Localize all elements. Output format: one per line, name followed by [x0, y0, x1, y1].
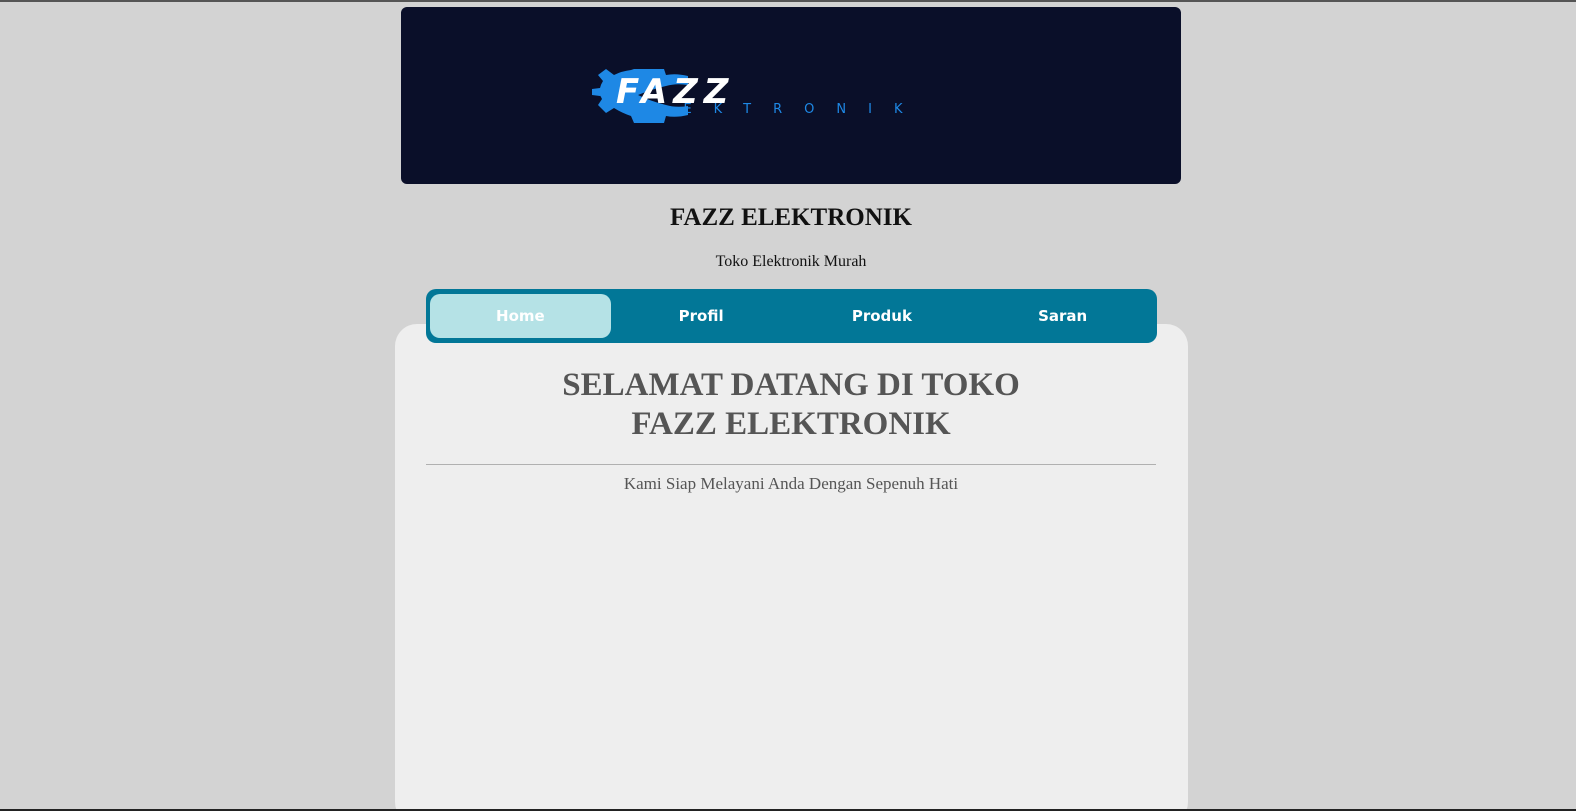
welcome-subtitle: Kami Siap Melayani Anda Dengan Sepenuh H… [623, 474, 959, 493]
site-title: FAZZ ELEKTRONIK [670, 204, 912, 231]
nav-item-produk[interactable]: Produk [792, 294, 973, 338]
site-tagline: Toko Elektronik Murah [715, 253, 867, 270]
site-logo[interactable]: FAZZ ELEKTRONIK [516, 65, 1016, 127]
window-top-border [0, 0, 1576, 2]
nav-item-saran[interactable]: Saran [972, 294, 1153, 338]
logo-word-sub: ELEKTRONIK [624, 102, 924, 117]
nav-item-home[interactable]: Home [430, 294, 611, 338]
welcome-heading-line2: FAZZ ELEKTRONIK [631, 406, 951, 442]
header-banner: FAZZ ELEKTRONIK [401, 7, 1181, 184]
content-divider [426, 464, 1156, 465]
welcome-heading: SELAMAT DATANG DI TOKO FAZZ ELEKTRONIK [401, 366, 1181, 444]
main-nav: Home Profil Produk Saran [426, 289, 1157, 343]
welcome-heading-line1: SELAMAT DATANG DI TOKO [562, 367, 1020, 403]
nav-item-profil[interactable]: Profil [611, 294, 792, 338]
